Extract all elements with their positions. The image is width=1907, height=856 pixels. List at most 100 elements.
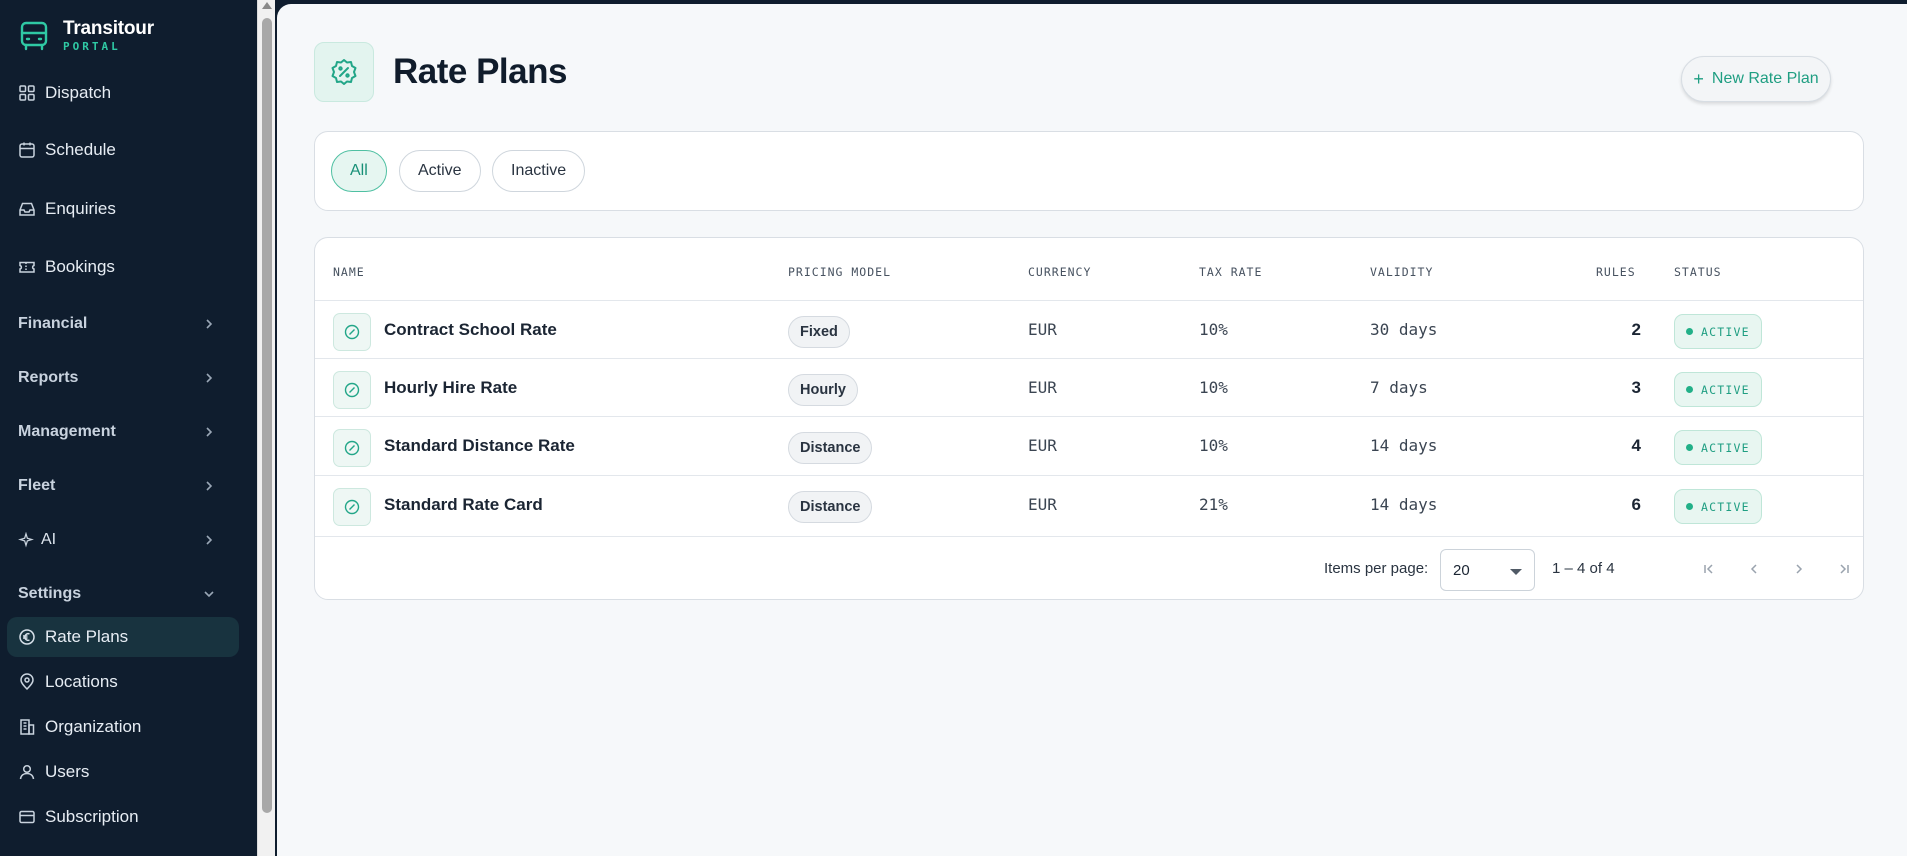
sidebar-item-users[interactable]: Users (7, 752, 239, 792)
status-label: ACTIVE (1701, 324, 1750, 339)
first-page-icon (1704, 564, 1713, 574)
scrollbar-thumb[interactable] (262, 18, 272, 813)
chevron-right-icon (206, 535, 213, 545)
table-row[interactable]: Standard Rate Card Distance EUR 21% 14 d… (315, 475, 1863, 533)
sidebar-group-label: Financial (18, 315, 88, 332)
credit-card-icon (19, 810, 35, 824)
currency-cell: EUR (1028, 436, 1057, 455)
sidebar-item-label: Organization (45, 717, 142, 736)
sidebar-item-schedule[interactable]: Schedule (7, 130, 239, 170)
tax-rate-cell: 10% (1199, 436, 1228, 455)
currency-cell: EUR (1028, 320, 1057, 339)
rate-plan-icon (333, 488, 371, 526)
column-header-name[interactable]: NAME (333, 265, 365, 279)
page-title: Rate Plans (393, 52, 567, 91)
column-header-rules[interactable]: RULES (1596, 265, 1636, 279)
rate-plans-table: NAME PRICING MODEL CURRENCY TAX RATE VAL… (314, 237, 1864, 600)
new-rate-plan-label: New Rate Plan (1711, 70, 1819, 87)
validity-cell: 30 days (1370, 320, 1438, 339)
status-badge: ACTIVE (1674, 314, 1762, 349)
items-per-page-label: Items per page: (1324, 560, 1429, 577)
sidebar-group-fleet[interactable]: Fleet (0, 468, 240, 504)
validity-cell: 14 days (1370, 436, 1438, 455)
rate-plan-name[interactable]: Hourly Hire Rate (384, 378, 517, 398)
tax-rate-cell: 10% (1199, 378, 1228, 397)
chevron-right-icon (206, 481, 213, 491)
validity-cell: 7 days (1370, 378, 1428, 397)
main-content: Rate Plans + New Rate Plan All Active In… (277, 4, 1907, 856)
pricing-model-pill: Distance (788, 432, 873, 464)
column-header-currency[interactable]: CURRENCY (1028, 265, 1091, 279)
bus-logo-icon (20, 21, 48, 51)
user-icon (19, 764, 35, 780)
sidebar-item-label: Enquiries (45, 199, 116, 218)
sidebar-item-label: Rate Plans (45, 627, 129, 646)
rate-plan-name[interactable]: Standard Rate Card (384, 495, 543, 515)
table-row[interactable]: Hourly Hire Rate Hourly EUR 10% 7 days 3… (315, 358, 1863, 416)
column-header-tax-rate[interactable]: TAX RATE (1199, 265, 1262, 279)
table-row[interactable]: Standard Distance Rate Distance EUR 10% … (315, 416, 1863, 474)
pricing-model-pill: Distance (788, 491, 873, 523)
sidebar-item-label: Dispatch (45, 83, 112, 102)
pricing-model-pill: Fixed (788, 316, 850, 348)
rate-plan-icon (333, 313, 371, 351)
status-badge: ACTIVE (1674, 430, 1762, 465)
scroll-up-arrow-icon[interactable] (262, 2, 272, 9)
brand-title: Transitour (63, 18, 154, 39)
chevron-down-icon (204, 591, 214, 598)
sidebar-item-label: Users (45, 762, 90, 781)
status-dot-icon (1686, 444, 1693, 451)
items-per-page-select[interactable]: 20 (1440, 549, 1535, 591)
column-header-validity[interactable]: VALIDITY (1370, 265, 1433, 279)
next-page-button[interactable] (1786, 556, 1812, 582)
sidebar-group-financial[interactable]: Financial (0, 306, 240, 342)
column-header-pricing-model[interactable]: PRICING MODEL (788, 265, 891, 279)
sidebar-group-reports[interactable]: Reports (0, 360, 240, 396)
sidebar-group-ai[interactable]: AI (0, 522, 240, 558)
sidebar-item-label: Subscription (45, 807, 139, 826)
filter-chip-inactive[interactable]: Inactive (492, 150, 586, 192)
sidebar-item-dispatch[interactable]: Dispatch (7, 73, 239, 113)
sidebar-item-label: Locations (45, 672, 118, 691)
sidebar-group-settings[interactable]: Settings (0, 576, 240, 612)
table-row[interactable]: Contract School Rate Fixed EUR 10% 30 da… (315, 300, 1863, 358)
grid-icon (19, 85, 35, 101)
sidebar-item-locations[interactable]: Locations (7, 662, 239, 702)
ticket-icon (19, 261, 35, 273)
rate-plan-badge-icon (314, 42, 374, 102)
paginator: Items per page: 20 1 – 4 of 4 (315, 536, 1863, 599)
sidebar-item-label: Schedule (45, 140, 116, 159)
sparkles-icon (18, 532, 34, 548)
map-pin-icon (20, 673, 34, 691)
chevron-right-icon (206, 319, 213, 329)
brand-subtitle: PORTAL (63, 40, 121, 53)
filter-chip-all[interactable]: All (331, 150, 387, 192)
filter-chip-active[interactable]: Active (399, 150, 481, 192)
sidebar-group-label: Settings (18, 585, 82, 602)
sidebar-item-label: Bookings (45, 257, 115, 276)
rate-plan-name[interactable]: Contract School Rate (384, 320, 557, 340)
last-page-icon (1840, 564, 1849, 574)
last-page-button[interactable] (1831, 556, 1857, 582)
chevron-right-icon (1796, 564, 1803, 574)
sidebar-item-subscription[interactable]: Subscription (7, 797, 239, 837)
sidebar-item-bookings[interactable]: Bookings (7, 247, 239, 287)
sidebar-item-enquiries[interactable]: Enquiries (7, 189, 239, 229)
sidebar-item-rate-plans[interactable]: Rate Plans (7, 617, 239, 657)
new-rate-plan-button[interactable]: + New Rate Plan (1681, 56, 1831, 102)
rate-plan-name[interactable]: Standard Distance Rate (384, 436, 575, 456)
status-label: ACTIVE (1701, 382, 1750, 397)
status-badge: ACTIVE (1674, 489, 1762, 524)
status-badge: ACTIVE (1674, 372, 1762, 407)
column-header-status[interactable]: STATUS (1674, 265, 1722, 279)
status-label: ACTIVE (1701, 499, 1750, 514)
status-label: ACTIVE (1701, 440, 1750, 455)
status-dot-icon (1686, 503, 1693, 510)
sidebar-group-management[interactable]: Management (0, 414, 240, 450)
sidebar: Transitour PORTAL Dispatch Schedule Enqu… (0, 0, 257, 856)
first-page-button[interactable] (1696, 556, 1722, 582)
sidebar-scrollbar[interactable] (257, 0, 275, 856)
previous-page-button[interactable] (1741, 556, 1767, 582)
sidebar-item-organization[interactable]: Organization (7, 707, 239, 747)
brand[interactable]: Transitour PORTAL (18, 18, 154, 54)
